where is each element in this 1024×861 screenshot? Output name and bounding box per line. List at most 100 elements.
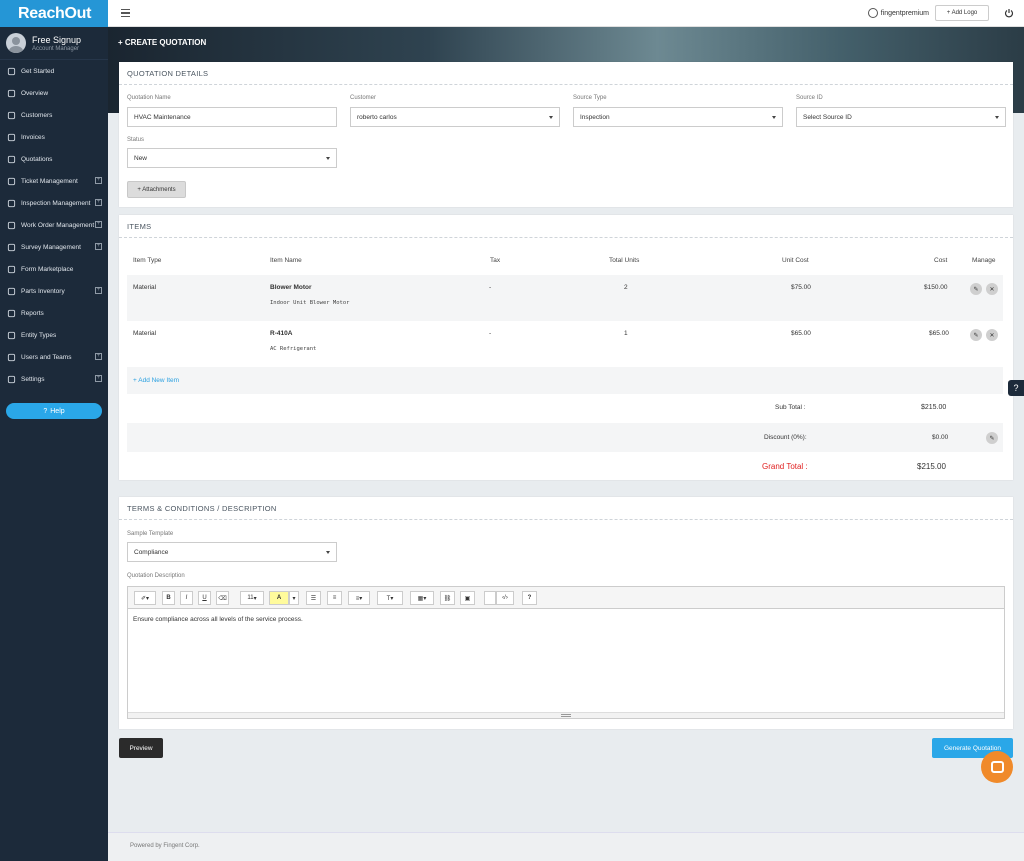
preview-button[interactable]: Preview	[119, 738, 163, 758]
add-new-item-link[interactable]: + Add New Item	[133, 377, 179, 384]
bold-button[interactable]: B	[162, 591, 175, 605]
description-label: Quotation Description	[127, 573, 185, 579]
image-icon[interactable]: ▣	[460, 591, 475, 605]
sidebar-item-label: Settings	[21, 375, 45, 383]
magic-wand-icon[interactable]: ✐▾	[134, 591, 156, 605]
expand-icon[interactable]: +	[95, 353, 102, 360]
expand-icon[interactable]: +	[95, 375, 102, 382]
col-manage: Manage	[972, 257, 996, 264]
profile-block[interactable]: Free Signup Account Manager	[0, 27, 108, 60]
sidebar-item-customers[interactable]: Customers	[0, 104, 108, 126]
sidebar-nav: Get Started Overview Customers Invoices Quot…	[0, 60, 108, 390]
sidebar-item-work-order-management[interactable]: Work Order Management +	[0, 214, 108, 236]
source-type-label: Source Type	[573, 95, 607, 101]
sidebar-item-parts-inventory[interactable]: Parts Inventory +	[0, 280, 108, 302]
col-item-name: Item Name	[270, 257, 302, 264]
source-id-select[interactable]: Select Source ID	[796, 107, 1006, 127]
sidebar-item-ticket-management[interactable]: Ticket Management +	[0, 170, 108, 192]
sidebar-item-invoices[interactable]: Invoices	[0, 126, 108, 148]
items-panel: ITEMS Item Type Item Name Tax Total Unit…	[119, 215, 1013, 480]
bullet-list-icon[interactable]: ☰	[306, 591, 321, 605]
help-button[interactable]: ? Help	[6, 403, 102, 419]
description-editor[interactable]: Ensure compliance across all levels of t…	[127, 609, 1005, 719]
attachments-button[interactable]: + Attachments	[127, 181, 186, 198]
chat-icon[interactable]	[981, 751, 1013, 783]
table-icon[interactable]: ▦▾	[410, 591, 434, 605]
sidebar-item-quotations[interactable]: Quotations	[0, 148, 108, 170]
sidebar-item-label: Form Marketplace	[21, 265, 74, 273]
eraser-icon[interactable]: ⌫	[216, 591, 229, 605]
help-label: Help	[50, 407, 65, 415]
link-icon[interactable]: ⛓	[440, 591, 455, 605]
font-size-select[interactable]: 11 ▾	[240, 591, 264, 605]
sidebar-item-overview[interactable]: Overview	[0, 82, 108, 104]
grip-icon	[561, 714, 571, 717]
blank-button[interactable]	[484, 591, 496, 605]
sidebar-item-label: Ticket Management	[21, 177, 78, 185]
quotation-icon	[7, 155, 16, 164]
col-cost: Cost	[934, 257, 948, 264]
subtotal-row: Sub Total : $215.00	[127, 394, 1003, 423]
add-item-row: + Add New Item	[127, 367, 1003, 394]
chevron-down-icon	[549, 116, 553, 119]
sidebar-item-label: Users and Teams	[21, 353, 72, 361]
sidebar-item-survey-management[interactable]: Survey Management +	[0, 236, 108, 258]
status-select[interactable]: New	[127, 148, 337, 168]
template-select[interactable]: Compliance	[127, 542, 337, 562]
subtotal-label: Sub Total :	[775, 404, 806, 411]
sidebar-item-reports[interactable]: Reports	[0, 302, 108, 324]
source-type-select[interactable]: Inspection	[573, 107, 783, 127]
sidebar-item-label: Quotations	[21, 155, 53, 163]
sidebar-item-settings[interactable]: Settings +	[0, 368, 108, 390]
editor-resize-handle[interactable]	[128, 712, 1004, 718]
item-type: Material	[133, 330, 157, 337]
menu-toggle-icon[interactable]	[121, 9, 130, 17]
expand-icon[interactable]: +	[95, 177, 102, 184]
expand-icon[interactable]: +	[95, 221, 102, 228]
app-logo[interactable]: ReachOut	[0, 0, 108, 27]
survey-icon	[7, 243, 16, 252]
help-question-icon[interactable]: ?	[522, 591, 537, 605]
edit-icon[interactable]: ✎	[970, 329, 982, 341]
sidebar-item-get-started[interactable]: Get Started	[0, 60, 108, 82]
edit-icon[interactable]: ✎	[970, 283, 982, 295]
quotation-details-panel: QUOTATION DETAILS Quotation Name HVAC Ma…	[119, 62, 1013, 207]
highlight-dropdown[interactable]: ▾	[289, 591, 299, 605]
sidebar-item-form-marketplace[interactable]: Form Marketplace	[0, 258, 108, 280]
editor-text: Ensure compliance across all levels of t…	[133, 616, 303, 623]
username: fingentpremium	[880, 9, 929, 17]
help-tab-icon[interactable]: ?	[1008, 380, 1024, 396]
ordered-list-icon[interactable]: ≡	[327, 591, 342, 605]
highlight-icon[interactable]: A	[269, 591, 289, 605]
expand-icon[interactable]: +	[95, 287, 102, 294]
user-menu[interactable]: fingentpremium	[867, 8, 929, 18]
quotation-name-input[interactable]: HVAC Maintenance	[127, 107, 337, 127]
table-row: Material Blower Motor Indoor Unit Blower…	[127, 275, 1003, 321]
gear-icon	[7, 375, 16, 384]
sidebar-item-inspection-management[interactable]: Inspection Management +	[0, 192, 108, 214]
align-icon[interactable]: ≡▾	[348, 591, 370, 605]
profile-name: Free Signup	[32, 34, 82, 45]
underline-button[interactable]: U	[198, 591, 211, 605]
code-view-icon[interactable]: ‹/›	[496, 591, 514, 605]
close-icon[interactable]: ✕	[986, 329, 998, 341]
discount-row: Discount (0%): $0.00 ✎	[127, 423, 1003, 452]
ticket-icon	[7, 177, 16, 186]
item-cost: $65.00	[929, 330, 949, 337]
expand-icon[interactable]: +	[95, 243, 102, 250]
invoice-icon	[7, 133, 16, 142]
customer-select[interactable]: roberto carlos	[350, 107, 560, 127]
user-icon	[867, 8, 878, 18]
expand-icon[interactable]: +	[95, 199, 102, 206]
close-icon[interactable]: ✕	[986, 283, 998, 295]
item-name: Blower Motor	[270, 284, 312, 291]
edit-discount-icon[interactable]: ✎	[986, 432, 998, 444]
add-logo-button[interactable]: + Add Logo	[935, 5, 989, 21]
power-icon[interactable]	[1004, 8, 1014, 18]
form-icon	[7, 265, 16, 274]
source-id-value: Select Source ID	[803, 113, 852, 121]
sidebar-item-entity-types[interactable]: Entity Types	[0, 324, 108, 346]
text-style-icon[interactable]: T▾	[377, 591, 403, 605]
italic-button[interactable]: I	[180, 591, 193, 605]
sidebar-item-users-and-teams[interactable]: Users and Teams +	[0, 346, 108, 368]
